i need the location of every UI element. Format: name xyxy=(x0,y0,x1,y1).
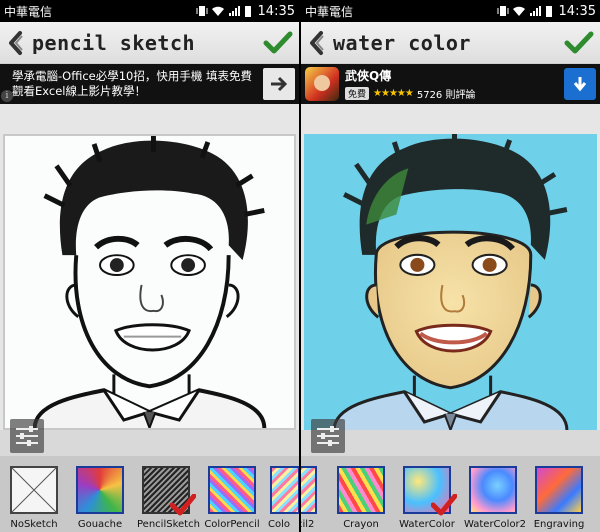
colorpencil2-thumb xyxy=(301,466,317,514)
title-bar: pencil sketch xyxy=(0,22,299,64)
sketch-preview xyxy=(3,134,296,430)
pencil-thumb xyxy=(142,466,196,516)
ad-banner[interactable]: 武俠Q傳 免費 ★★★★★ 5726 則評論 xyxy=(301,64,600,104)
filter-nosketch[interactable]: NoSketch xyxy=(5,466,63,530)
battery-icon xyxy=(244,6,251,17)
vibrate-icon xyxy=(196,6,208,16)
watercolor-thumb xyxy=(403,466,457,516)
filter-strip[interactable]: NoSketch Gouache PencilSketch ColorPenci… xyxy=(0,456,299,532)
back-arrow-icon[interactable] xyxy=(6,30,26,56)
empty-x-thumb xyxy=(10,466,58,514)
filter-label: ColorPencil xyxy=(204,519,260,530)
review-count: 5726 則評論 xyxy=(416,90,476,101)
preview-area xyxy=(0,104,299,430)
carrier-label: 中華電信 xyxy=(305,4,354,19)
right-screen: 中華電信 14:35 water color 武俠Q傳 免費 ★★★★★ 572… xyxy=(301,0,600,532)
confirm-check-icon[interactable] xyxy=(263,30,293,56)
ad-download-button[interactable] xyxy=(564,68,596,100)
left-screen: 中華電信 14:35 pencil sketch 學承電腦-Office必學10… xyxy=(0,0,299,532)
selected-check-icon xyxy=(170,494,196,516)
filter-label: NoSketch xyxy=(10,519,58,530)
colorpencil2-thumb xyxy=(270,466,299,514)
watercolor2-thumb xyxy=(469,466,517,514)
game-app-icon xyxy=(305,67,339,101)
filter-label: Engraving xyxy=(533,519,585,530)
ad-text: 學承電腦-Office必學10招，快用手機 填表免費觀看Excel線上影片教學！ xyxy=(12,69,253,98)
filter-strip[interactable]: cil2 Crayon WaterColor WaterColor2 Engra… xyxy=(301,456,600,532)
filter-pencilsketch[interactable]: PencilSketch xyxy=(137,466,200,530)
filter-watercolor[interactable]: WaterColor xyxy=(398,466,457,530)
pencil-sketch-portrait xyxy=(32,136,267,428)
title-bar: water color xyxy=(301,22,600,64)
filter-colorpencil2[interactable]: Colo xyxy=(266,466,299,530)
confirm-check-icon[interactable] xyxy=(564,30,594,56)
signal-icon xyxy=(228,6,240,16)
filter-label: Gouache xyxy=(77,519,123,530)
ad-app-name: 武俠Q傳 xyxy=(345,69,392,83)
sliders-icon xyxy=(16,426,38,446)
status-bar: 中華電信 14:35 xyxy=(301,0,600,22)
download-arrow-icon xyxy=(573,77,587,92)
adjust-settings-button[interactable] xyxy=(311,419,345,453)
battery-icon xyxy=(545,6,552,17)
colorpencil-thumb xyxy=(208,466,256,514)
filter-label: PencilSketch xyxy=(137,519,200,530)
page-title: water color xyxy=(333,30,471,55)
page-title: pencil sketch xyxy=(32,30,196,55)
watercolor-portrait xyxy=(332,134,569,430)
crayon-thumb xyxy=(337,466,385,514)
gouache-thumb xyxy=(76,466,124,514)
rating-stars: ★★★★★ xyxy=(373,88,414,99)
watercolor-preview xyxy=(304,134,597,430)
filter-label: Colo xyxy=(268,519,290,530)
status-bar: 中華電信 14:35 xyxy=(0,0,299,22)
ad-banner[interactable]: 學承電腦-Office必學10招，快用手機 填表免費觀看Excel線上影片教學！… xyxy=(0,64,299,104)
engraving-thumb xyxy=(535,466,583,514)
filter-label: WaterColor2 xyxy=(464,519,527,530)
free-badge: 免費 xyxy=(345,87,370,100)
filter-label: WaterColor xyxy=(399,519,455,530)
wifi-icon xyxy=(512,6,525,16)
back-arrow-icon[interactable] xyxy=(307,30,327,56)
clock: 14:35 xyxy=(558,3,596,19)
filter-watercolor2[interactable]: WaterColor2 xyxy=(464,466,527,530)
filter-crayon[interactable]: Crayon xyxy=(332,466,390,530)
carrier-label: 中華電信 xyxy=(4,4,53,19)
selected-check-icon xyxy=(431,494,457,516)
filter-colorpencil2[interactable]: cil2 xyxy=(301,466,323,530)
ad-open-button[interactable] xyxy=(263,68,295,100)
filter-colorpencil[interactable]: ColorPencil xyxy=(203,466,261,530)
signal-icon xyxy=(529,6,541,16)
preview-area xyxy=(301,104,600,430)
adjust-settings-button[interactable] xyxy=(10,419,44,453)
filter-label: Crayon xyxy=(343,519,379,530)
arrow-right-icon xyxy=(271,76,288,92)
vibrate-icon xyxy=(497,6,509,16)
clock: 14:35 xyxy=(257,3,295,19)
filter-label: cil2 xyxy=(301,519,315,530)
sliders-icon xyxy=(317,426,339,446)
wifi-icon xyxy=(211,6,224,16)
ad-info-icon[interactable]: i xyxy=(1,90,13,102)
filter-gouache[interactable]: Gouache xyxy=(71,466,129,530)
filter-engraving[interactable]: Engraving xyxy=(530,466,588,530)
